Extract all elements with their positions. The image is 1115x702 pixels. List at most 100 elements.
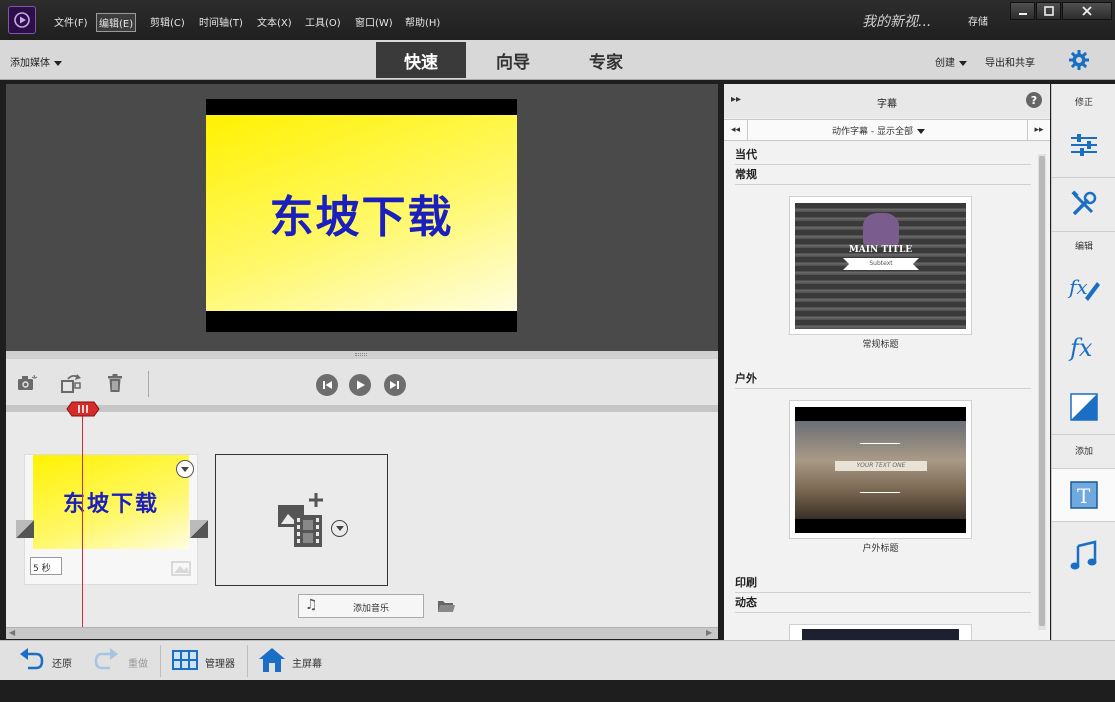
tab-expert[interactable]: 专家 [561, 42, 651, 78]
previous-frame-button[interactable] [316, 374, 338, 396]
folder-icon[interactable] [437, 599, 455, 616]
template-caption-general: 常规标题 [862, 340, 899, 350]
transitions-button[interactable] [1052, 382, 1115, 432]
add-section-label: 添加 [1074, 447, 1093, 457]
section-general[interactable]: 常规 [735, 166, 1031, 185]
add-music-button[interactable]: ♫ 添加音乐 [298, 594, 424, 618]
create-button[interactable]: 创建 [935, 54, 967, 69]
timeline-clip[interactable]: 东坡下载 5 秒 [24, 454, 198, 585]
filter-dropdown[interactable]: 动作字幕 - 显示全部 [832, 124, 925, 137]
add-media-dropdown[interactable] [331, 520, 348, 537]
menu-edit[interactable]: 编辑(E) [96, 13, 137, 32]
titles-button[interactable]: T [1052, 468, 1115, 522]
trash-icon[interactable] [106, 373, 124, 396]
grip-icon [355, 353, 367, 356]
create-label: 创建 [935, 58, 955, 69]
music-note-icon: ♫ [305, 597, 318, 613]
section-contemporary[interactable]: 当代 [735, 146, 1031, 165]
panel-filter-bar: ◂◂ 动作字幕 - 显示全部 ▸▸ [724, 119, 1050, 141]
svg-text:fx: fx [1067, 275, 1088, 299]
menu-window[interactable]: 窗口(W) [353, 13, 395, 30]
organizer-icon[interactable] [171, 649, 199, 674]
template-main-title: MAIN TITLE [848, 245, 913, 255]
effects-button[interactable]: fx [1052, 322, 1115, 372]
adjustments-button[interactable] [1052, 120, 1115, 170]
home-screen-button[interactable]: 主屏幕 [292, 655, 322, 670]
organizer-button[interactable]: 管理器 [205, 655, 235, 670]
collapse-panel-icon[interactable]: ▸▸ [731, 94, 741, 105]
music-note-icon [1070, 540, 1097, 570]
clip-trim-left-handle[interactable] [16, 520, 34, 538]
add-media-icon [274, 491, 326, 552]
title-t-icon: T [1070, 481, 1098, 509]
menu-help[interactable]: 帮助(H) [403, 13, 442, 30]
chevron-down-icon [959, 60, 967, 66]
redo-icon[interactable] [94, 648, 120, 675]
menu-file[interactable]: 文件(F) [52, 13, 90, 30]
timeline-horizontal-scrollbar[interactable]: ◀ ▶ [6, 627, 718, 639]
gear-icon[interactable] [1068, 49, 1090, 74]
title-template-general[interactable]: MAIN TITLE Subtext [789, 196, 972, 335]
next-frame-button[interactable] [384, 374, 406, 396]
project-name: 我的新视... [862, 14, 932, 30]
adjust-section-label: 修正 [1074, 98, 1093, 108]
maximize-button[interactable] [1036, 2, 1061, 20]
undo-icon[interactable] [18, 648, 44, 675]
clip-options-dropdown[interactable] [176, 460, 194, 478]
save-button[interactable]: 存储 [968, 13, 988, 28]
tab-quick[interactable]: 快速 [376, 42, 466, 78]
undo-button[interactable]: 还原 [52, 655, 72, 670]
help-icon[interactable]: ? [1026, 92, 1042, 108]
play-button[interactable] [349, 374, 371, 396]
title-template-outdoor[interactable]: YOUR TEXT ONE [789, 400, 972, 539]
menu-tools[interactable]: 工具(O) [303, 13, 343, 30]
previous-category-button[interactable]: ◂◂ [724, 120, 748, 140]
close-button[interactable] [1062, 2, 1112, 20]
section-print[interactable]: 印刷 [735, 574, 1031, 593]
template-preview: YOUR TEXT ONE [795, 407, 966, 533]
strip-divider [1052, 231, 1115, 232]
rotate-icon[interactable] [60, 372, 84, 397]
panel-scrollbar-thumb[interactable] [1039, 156, 1045, 626]
bottom-divider [247, 645, 248, 677]
add-media-button[interactable]: 添加媒体 [10, 54, 62, 69]
chevron-down-icon [181, 466, 189, 472]
tab-guided[interactable]: 向导 [468, 42, 558, 78]
add-media-dropzone[interactable] [215, 454, 388, 586]
timeline-ruler[interactable] [6, 405, 718, 412]
splitter-handle[interactable] [6, 351, 718, 359]
edit-section-label: 编辑 [1074, 242, 1093, 252]
menu-timeline[interactable]: 时间轴(T) [197, 13, 245, 30]
home-icon[interactable] [258, 646, 286, 677]
redo-button[interactable]: 重做 [128, 655, 148, 670]
section-dynamic[interactable]: 动态 [735, 594, 1031, 613]
fx-pencil-icon: fx [1067, 275, 1100, 301]
bottom-bar: 还原 重做 管理器 主屏幕 [0, 640, 1115, 680]
scroll-left-icon[interactable]: ◀ [9, 628, 15, 637]
export-share-button[interactable]: 导出和共享 [985, 54, 1035, 69]
panel-header: ▸▸ 字幕 ? [724, 84, 1050, 118]
template-caption-outdoor: 户外标题 [862, 544, 899, 554]
scroll-right-icon[interactable]: ▶ [706, 628, 712, 637]
next-category-button[interactable]: ▸▸ [1027, 120, 1050, 140]
beach-image: YOUR TEXT ONE [795, 421, 966, 519]
template-preview: MAIN TITLE Subtext [795, 203, 966, 329]
title-template-dynamic[interactable] [789, 624, 972, 641]
camera-icon[interactable] [16, 373, 38, 396]
section-outdoor[interactable]: 户外 [735, 370, 1031, 389]
preview-frame[interactable]: 东坡下载 [206, 99, 517, 332]
menu-text[interactable]: 文本(X) [255, 13, 294, 30]
bottom-divider [160, 645, 161, 677]
clip-trim-right-handle[interactable] [190, 520, 208, 538]
tools-button[interactable] [1052, 179, 1115, 229]
minimize-button[interactable] [1010, 2, 1035, 20]
effect-controls-button[interactable]: fx [1052, 262, 1115, 312]
timeline-track-area: 东坡下载 5 秒 ♫ 添加音乐 [6, 408, 718, 628]
clip-title-text: 东坡下载 [62, 491, 159, 517]
clip-duration[interactable]: 5 秒 [30, 557, 62, 575]
music-button[interactable] [1052, 530, 1115, 580]
chevron-down-icon [335, 526, 344, 531]
playhead-handle[interactable] [66, 401, 100, 420]
menu-clip[interactable]: 剪辑(C) [148, 13, 187, 30]
people-figure [863, 213, 899, 245]
